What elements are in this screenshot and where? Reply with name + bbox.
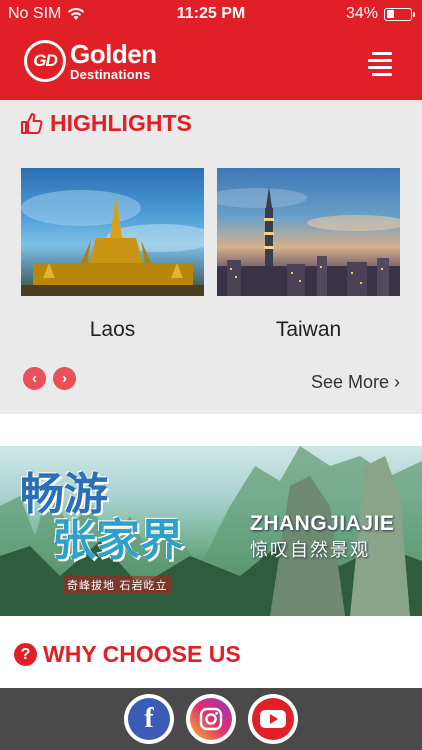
instagram-button[interactable] — [186, 694, 236, 744]
banner-chinese-title: 畅游 张家界 — [20, 472, 184, 564]
zhangjiajie-banner[interactable]: 畅游 张家界 奇峰拔地 石岩屹立 ZHANGJIAJIE 惊叹自然景观 — [0, 446, 422, 616]
status-bar: No SIM 11:25 PM 34% — [0, 0, 422, 28]
highlights-section: HIGHLIGHTS Laos Taiwan ‹ › See More › — [0, 100, 422, 414]
logo-text: Golden Destinations — [70, 41, 157, 81]
youtube-button[interactable] — [248, 694, 298, 744]
highlights-heading: HIGHLIGHTS — [20, 110, 192, 137]
highlight-cards: Laos Taiwan — [21, 168, 400, 342]
card-taiwan[interactable]: Taiwan — [217, 168, 400, 342]
app-header: GD Golden Destinations — [0, 28, 422, 100]
hamburger-menu-icon[interactable] — [366, 50, 392, 76]
prev-arrow-icon[interactable]: ‹ — [23, 367, 46, 390]
facebook-icon: f — [128, 698, 170, 740]
carousel-arrows: ‹ › — [23, 367, 76, 390]
facebook-button[interactable]: f — [124, 694, 174, 744]
banner-cn-line1: 畅游 — [20, 469, 108, 520]
banner-english-title: ZHANGJIAJIE — [250, 512, 395, 535]
thumbs-up-icon — [21, 112, 43, 134]
highlights-title: HIGHLIGHTS — [50, 110, 192, 136]
battery: 34% — [345, 5, 415, 23]
chevron-right-icon: › — [394, 372, 400, 392]
youtube-icon — [252, 698, 294, 740]
taiwan-image — [217, 168, 400, 296]
banner-slogan: 奇峰拔地 石岩屹立 — [64, 576, 171, 594]
logo-subtitle: Destinations — [70, 67, 151, 82]
logo-title: Golden — [70, 39, 157, 69]
banner-cn-line2: 张家界 — [52, 515, 184, 566]
why-choose-us-heading: ? WHY CHOOSE US — [14, 641, 241, 668]
logo-mark: GD — [24, 40, 66, 82]
see-more-label: See More — [310, 372, 389, 392]
banner-chinese-subtitle: 惊叹自然景观 — [250, 540, 370, 560]
logo[interactable]: GD Golden Destinations — [24, 40, 157, 82]
instagram-icon — [190, 698, 232, 740]
card-label-taiwan: Taiwan — [275, 318, 342, 341]
battery-percent: 34% — [345, 5, 378, 22]
social-footer: f — [0, 688, 422, 750]
why-choose-us-title: WHY CHOOSE US — [43, 641, 241, 667]
see-more-link[interactable]: See More › — [311, 372, 400, 393]
battery-icon — [384, 7, 415, 21]
next-arrow-icon[interactable]: › — [53, 367, 76, 390]
laos-image — [21, 168, 204, 296]
card-label-laos: Laos — [89, 318, 136, 341]
question-icon: ? — [14, 643, 37, 666]
card-laos[interactable]: Laos — [21, 168, 204, 342]
